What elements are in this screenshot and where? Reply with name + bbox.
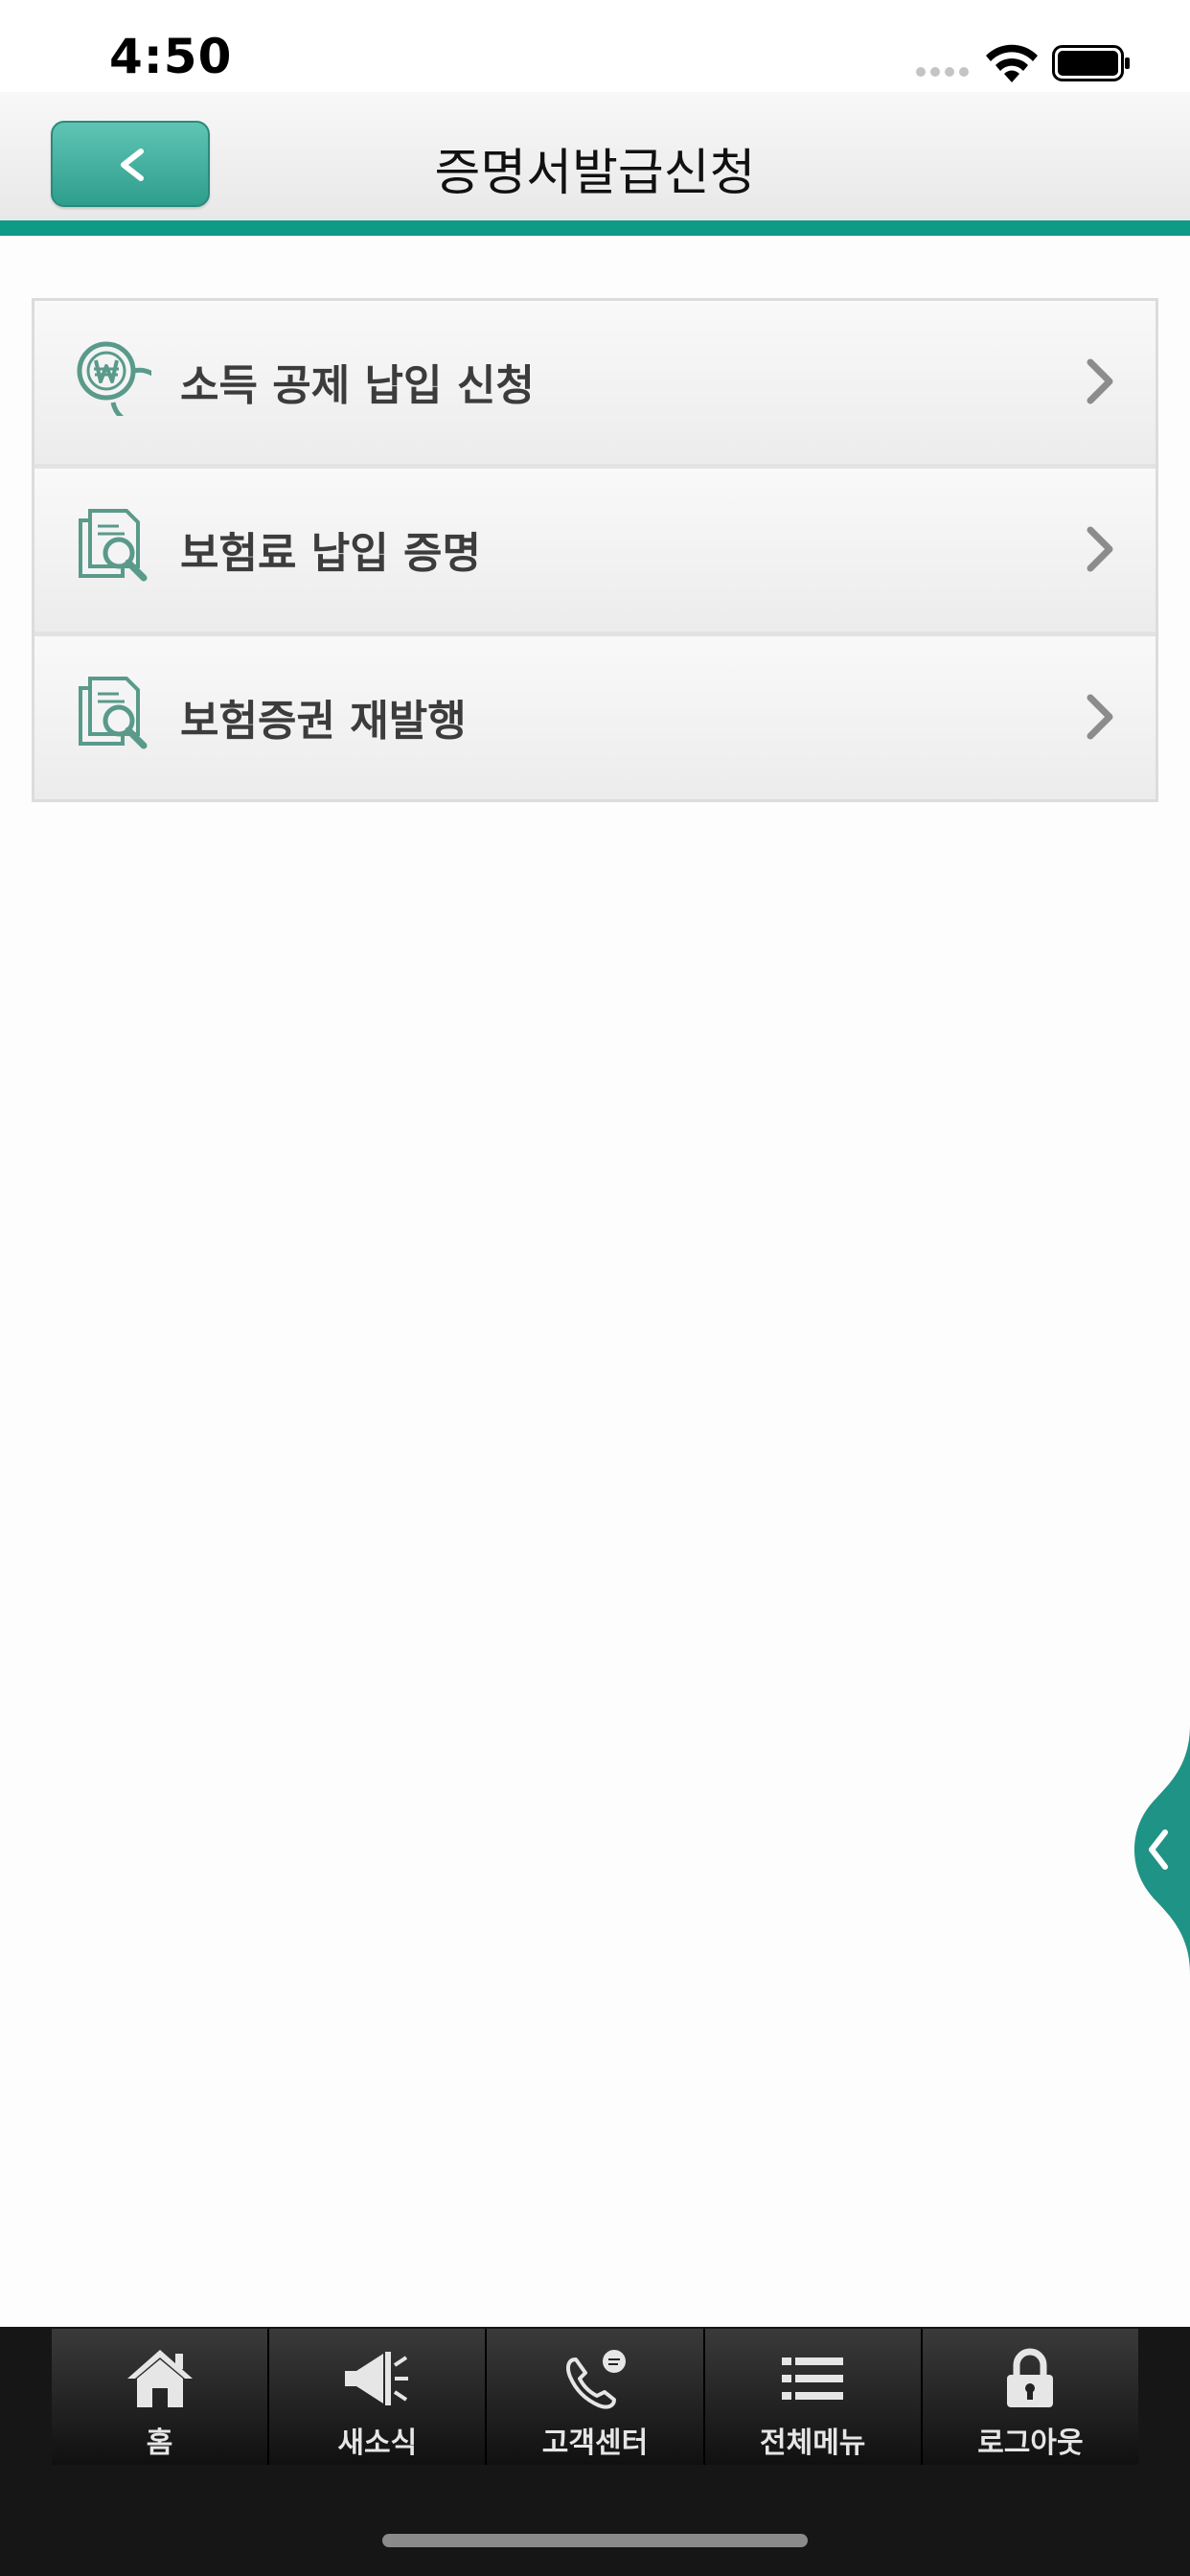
phone-chat-icon (566, 2350, 626, 2409)
menu-item-label: 보험증권 재발행 (180, 697, 467, 746)
tab-customer-center[interactable]: 고객센터 (487, 2329, 705, 2465)
home-icon (126, 2350, 193, 2407)
tab-logout[interactable]: 로그아웃 (922, 2329, 1139, 2465)
tab-bar: 홈 새소식 고객센터 전체메뉴 로그아웃 (52, 2329, 1139, 2465)
tab-label: 새소식 (337, 2426, 418, 2460)
megaphone-icon (344, 2352, 408, 2405)
menu-item-policy-reissue[interactable]: 보험증권 재발행 (34, 636, 1156, 799)
tab-home[interactable]: 홈 (52, 2329, 270, 2465)
tab-label: 고객센터 (541, 2426, 649, 2460)
battery-icon (1052, 45, 1130, 81)
home-indicator[interactable] (382, 2534, 808, 2547)
lock-icon (1007, 2348, 1054, 2407)
chevron-right-icon (1087, 694, 1113, 740)
page-title: 증명서발급신청 (434, 145, 756, 202)
status-bar: 4:50 (0, 0, 1190, 92)
wifi-icon (986, 44, 1038, 82)
side-drawer-handle[interactable] (1119, 1725, 1190, 1974)
list-icon (782, 2358, 844, 2400)
menu-item-label: 보험료 납입 증명 (180, 529, 481, 578)
tab-all-menu[interactable]: 전체메뉴 (704, 2329, 923, 2465)
document-search-icon (79, 509, 148, 582)
chevron-right-icon (1087, 358, 1113, 404)
tab-news[interactable]: 새소식 (269, 2329, 488, 2465)
menu-item-premium-payment-certificate[interactable]: 보험료 납입 증명 (34, 469, 1156, 632)
tab-label: 홈 (146, 2426, 173, 2460)
document-search-icon (79, 677, 148, 749)
menu-item-label: 소득 공제 납입 신청 (180, 361, 535, 410)
header-divider (0, 220, 1190, 236)
won-coin-icon (77, 341, 151, 416)
status-time: 4:50 (109, 29, 233, 84)
cellular-signal-icon (916, 67, 969, 77)
chevron-right-icon (1087, 526, 1113, 572)
tab-label: 전체메뉴 (760, 2426, 866, 2460)
menu-item-income-deduction[interactable]: 소득 공제 납입 신청 (34, 301, 1156, 464)
tab-label: 로그아웃 (977, 2426, 1084, 2460)
menu-list: 소득 공제 납입 신청 보험료 납입 증명 보험증권 재발행 (32, 298, 1158, 802)
